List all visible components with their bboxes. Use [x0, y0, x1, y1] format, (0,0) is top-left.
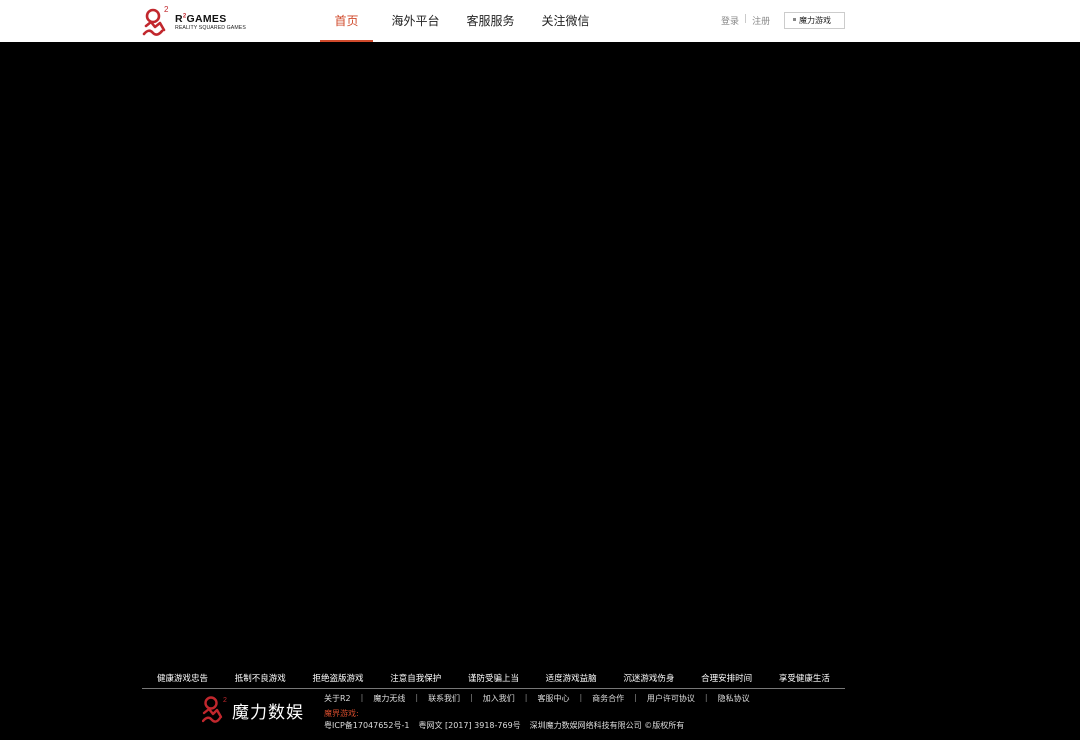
health-tip: 谨防受骗上当 [467, 674, 519, 684]
health-tip: 适度游戏益脑 [545, 674, 597, 684]
brand-tagline: REALITY SQUARED GAMES [175, 25, 246, 31]
magic-games-label: 魔力游戏 [799, 16, 831, 25]
link-separator: | [704, 693, 708, 702]
top-header: 2 R2GAMES REALITY SQUARED GAMES 首页 海外平台 … [0, 0, 1080, 42]
nav-item-overseas[interactable]: 海外平台 [378, 0, 453, 42]
icp-number[interactable]: 粤ICP备17047652号-1 [324, 720, 409, 731]
health-tip: 注意自我保护 [390, 674, 442, 684]
footer-link-license[interactable]: 用户许可协议 [647, 693, 695, 705]
health-tip: 拒绝盗版游戏 [312, 674, 364, 684]
brand-name: R2GAMES [175, 13, 227, 25]
health-tips-bar: 健康游戏忠告 抵制不良游戏 拒绝盗版游戏 注意自我保护 谨防受骗上当 适度游戏益… [142, 672, 845, 688]
company-logo: 2 魔力数娱 [202, 694, 312, 724]
svg-text:2: 2 [223, 697, 227, 704]
footer-divider [142, 688, 845, 689]
login-link[interactable]: 登录 [721, 14, 739, 27]
magic-games-button[interactable]: 魔力游戏 [784, 12, 845, 29]
link-separator: | [579, 693, 583, 702]
footer-copyright: 粤ICP备17047652号-1 粤网文 [2017] 3918-769号 深圳… [324, 720, 684, 731]
r2games-logo[interactable]: 2 R2GAMES REALITY SQUARED GAMES [142, 4, 246, 37]
main-content-area [0, 42, 1080, 670]
auth-links: 登录 | 注册 [721, 14, 770, 27]
footer-link-contact[interactable]: 联系我们 [428, 693, 460, 705]
svg-text:2: 2 [164, 5, 169, 14]
grid-icon [793, 18, 796, 21]
footer: 健康游戏忠告 抵制不良游戏 拒绝盗版游戏 注意自我保护 谨防受骗上当 适度游戏益… [0, 670, 1080, 740]
company-logo-icon: 2 [202, 696, 227, 723]
footer-link-support[interactable]: 客服中心 [537, 693, 569, 705]
footer-link-about[interactable]: 关于R2 [324, 693, 351, 705]
register-link[interactable]: 注册 [752, 14, 770, 27]
link-separator: | [524, 693, 528, 702]
health-tip: 沉迷游戏伤身 [623, 674, 675, 684]
auth-separator: | [744, 14, 748, 24]
footer-label: 魔界游戏: [324, 709, 359, 718]
copyright-text: 深圳魔力数娱网络科技有限公司 ©版权所有 [529, 721, 685, 730]
nav-item-customer-service[interactable]: 客服服务 [453, 0, 528, 42]
footer-link-privacy[interactable]: 隐私协议 [718, 693, 750, 705]
health-tip: 合理安排时间 [701, 674, 753, 684]
link-separator: | [360, 693, 364, 702]
health-tip: 抵制不良游戏 [234, 674, 286, 684]
footer-link-join[interactable]: 加入我们 [483, 693, 515, 705]
health-tip: 健康游戏忠告 [157, 674, 209, 684]
footer-link-business[interactable]: 商务合作 [592, 693, 624, 705]
main-nav: 首页 海外平台 客服服务 关注微信 [320, 0, 603, 42]
nav-item-wechat[interactable]: 关注微信 [528, 0, 603, 42]
footer-link-wireless[interactable]: 魔力无线 [373, 693, 405, 705]
link-separator: | [470, 693, 473, 702]
link-separator: | [415, 693, 419, 702]
nav-item-home[interactable]: 首页 [320, 0, 373, 42]
r2-logo-icon: 2 [142, 5, 169, 36]
culture-license: 粤网文 [2017] 3918-769号 [418, 721, 521, 730]
company-name: 魔力数娱 [232, 703, 304, 723]
health-tip: 享受健康生活 [778, 674, 830, 684]
link-separator: | [634, 693, 637, 702]
footer-links: 关于R2 | 魔力无线 | 联系我们 | 加入我们 | 客服中心 | 商务合作 … [324, 693, 750, 705]
